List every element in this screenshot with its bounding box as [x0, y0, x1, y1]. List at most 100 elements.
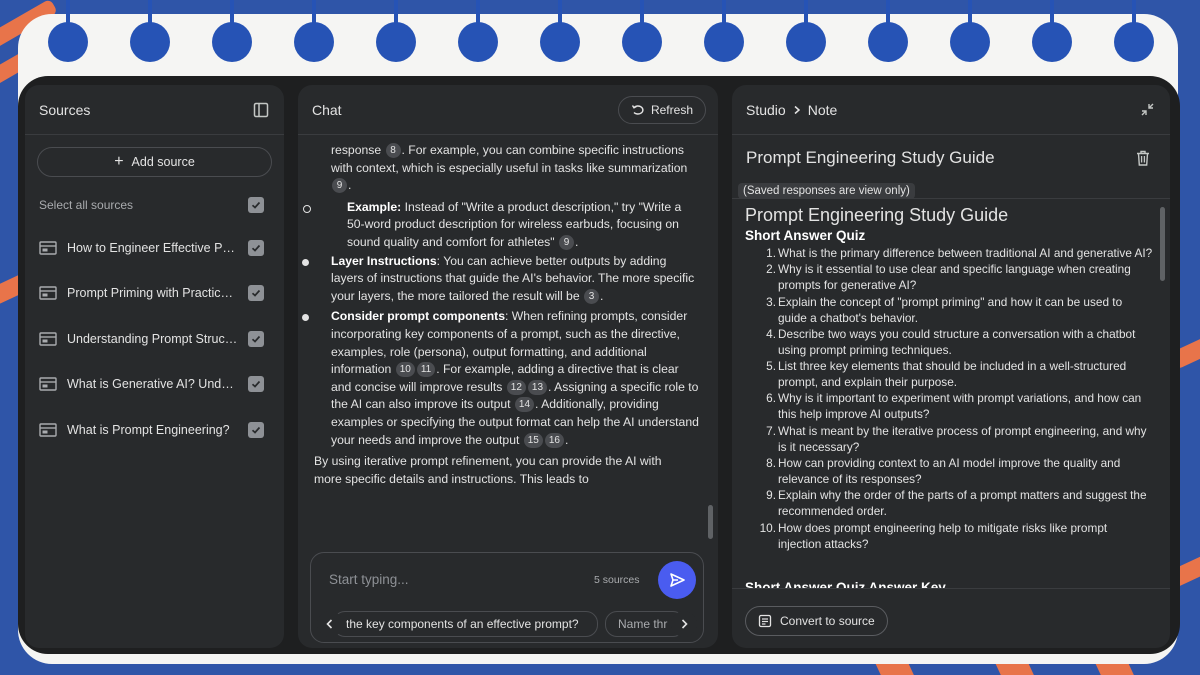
- breadcrumb: Studio Note: [746, 102, 1136, 118]
- quiz-question: 6. Why is it important to experiment with…: [745, 390, 1153, 422]
- chat-paragraph: response 8. For example, you can combine…: [331, 143, 688, 194]
- trash-icon[interactable]: [1132, 147, 1154, 169]
- spiral-ring: [212, 0, 252, 62]
- sources-header: Sources: [25, 85, 284, 135]
- spiral-ring: [868, 0, 908, 62]
- spiral-ring: [294, 0, 334, 62]
- question-text: Why is it important to experiment with p…: [778, 391, 1142, 422]
- add-source-button[interactable]: + Add source: [37, 147, 272, 177]
- quiz-question: 9. Explain why the order of the parts of …: [745, 487, 1153, 519]
- chevron-left-icon[interactable]: [317, 611, 343, 637]
- checkbox-checked-icon[interactable]: [248, 285, 264, 302]
- source-item[interactable]: What is Generative AI? Unders...: [25, 362, 284, 408]
- document-icon: [39, 332, 57, 346]
- chat-input[interactable]: Start typing...: [329, 572, 409, 587]
- spiral-ring: [540, 0, 580, 62]
- spiral-ring: [1032, 0, 1072, 62]
- checkbox-checked-icon[interactable]: [248, 376, 264, 393]
- source-item-label: How to Engineer Effective Pro...: [67, 240, 244, 255]
- chat-text: response: [331, 143, 382, 157]
- spiral-ring: [1114, 0, 1154, 62]
- chat-bold-label: Layer Instructions: [331, 253, 437, 268]
- note-title[interactable]: Prompt Engineering Study Guide: [746, 148, 1132, 168]
- send-icon: [670, 573, 685, 587]
- chat-scrollbar[interactable]: [708, 505, 713, 539]
- question-text: What is the primary difference between t…: [778, 246, 1153, 260]
- checkbox-checked-icon[interactable]: [248, 239, 264, 256]
- refresh-icon: [631, 104, 644, 115]
- question-text: Why is it essential to use clear and spe…: [778, 262, 1131, 293]
- citation-badge[interactable]: 10: [395, 362, 415, 378]
- view-only-badge: (Saved responses are view only): [738, 183, 915, 199]
- convert-label: Convert to source: [780, 614, 875, 628]
- spiral-ring: [704, 0, 744, 62]
- checkbox-checked-icon[interactable]: [248, 197, 264, 213]
- convert-to-source-button[interactable]: Convert to source: [745, 606, 888, 636]
- citation-badge[interactable]: 8: [385, 143, 401, 158]
- studio-header: Studio Note: [732, 85, 1170, 135]
- quiz-question: 3. Explain the concept of "prompt priming…: [745, 294, 1153, 326]
- citation-badge[interactable]: 14: [514, 397, 535, 413]
- refresh-button[interactable]: Refresh: [617, 95, 706, 124]
- citation-badge[interactable]: 3: [584, 288, 599, 304]
- chat-composer: Start typing... 5 sources the key compon…: [310, 552, 704, 643]
- source-item[interactable]: What is Prompt Engineering?: [25, 407, 284, 453]
- document-icon: [39, 377, 57, 391]
- checkbox-checked-icon[interactable]: [248, 330, 264, 347]
- citation-badge[interactable]: 12: [506, 379, 526, 395]
- suggestion-chip-label: the key components of an effective promp…: [346, 617, 579, 631]
- spiral-ring: [376, 0, 416, 62]
- question-number: 5.: [766, 359, 776, 374]
- source-item[interactable]: How to Engineer Effective Pro...: [25, 225, 284, 271]
- note-scrollbar[interactable]: [1160, 207, 1165, 281]
- question-number: 9.: [766, 488, 776, 503]
- send-button[interactable]: [658, 561, 696, 599]
- question-number: 8.: [766, 456, 776, 471]
- citation-badge[interactable]: 11: [416, 362, 436, 378]
- suggestion-chip-label: Name thr: [618, 617, 668, 631]
- question-number: 2.: [766, 262, 776, 277]
- answer-key-heading: Short Answer Quiz Answer Key: [745, 580, 946, 588]
- checkbox-checked-icon[interactable]: [248, 421, 264, 438]
- note-content: Prompt Engineering Study Guide Short Ans…: [732, 198, 1170, 588]
- source-item[interactable]: Prompt Priming with Practical ...: [25, 271, 284, 317]
- spiral-ring: [48, 0, 88, 62]
- chevron-right-icon: [794, 105, 800, 114]
- question-list: 1. What is the primary difference between…: [745, 245, 1153, 552]
- question-text: Describe two ways you could structure a …: [778, 326, 1136, 357]
- convert-icon: [758, 614, 772, 628]
- quiz-heading: Short Answer Quiz: [745, 228, 866, 243]
- question-number: 4.: [766, 326, 776, 341]
- collapse-icon[interactable]: [1136, 99, 1158, 121]
- document-icon: [39, 241, 57, 255]
- panel-toggle-icon[interactable]: [250, 99, 272, 121]
- question-number: 3.: [766, 294, 776, 309]
- note-heading: Prompt Engineering Study Guide: [745, 205, 1009, 225]
- citation-badge[interactable]: 13: [527, 379, 548, 395]
- question-number: 6.: [766, 391, 776, 406]
- suggestion-chip[interactable]: the key components of an effective promp…: [333, 611, 598, 637]
- question-text: How does prompt engineering help to miti…: [778, 520, 1108, 551]
- citation-badge[interactable]: 16: [544, 432, 564, 448]
- source-item[interactable]: Understanding Prompt Structu...: [25, 316, 284, 362]
- chat-bullet: Layer Instructions: You can achieve bett…: [302, 253, 700, 306]
- source-item-label: Understanding Prompt Structu...: [67, 331, 246, 346]
- citation-badge[interactable]: 9: [558, 234, 574, 250]
- chat-bullet: Consider prompt components: When refinin…: [302, 308, 700, 449]
- question-number: 1.: [766, 246, 776, 260]
- citation-badge[interactable]: 9: [332, 178, 347, 194]
- quiz-question: 4. Describe two ways you could structure …: [745, 326, 1153, 358]
- plus-icon: +: [114, 153, 124, 170]
- chevron-right-icon[interactable]: [671, 611, 697, 637]
- breadcrumb-studio[interactable]: Studio: [746, 102, 786, 118]
- citation-badge[interactable]: 15: [523, 432, 543, 448]
- document-icon: [39, 286, 57, 300]
- chat-messages: response 8. For example, you can combine…: [298, 135, 718, 547]
- add-source-label: Add source: [131, 155, 195, 169]
- select-all-row[interactable]: Select all sources: [25, 185, 284, 225]
- source-item-label: What is Prompt Engineering?: [67, 422, 230, 437]
- source-list: How to Engineer Effective Pro... Prompt P…: [25, 225, 284, 453]
- chat-bold-label: Consider prompt components: [331, 309, 506, 324]
- question-text: Explain why the order of the parts of a …: [778, 488, 1147, 519]
- sources-title: Sources: [39, 101, 91, 118]
